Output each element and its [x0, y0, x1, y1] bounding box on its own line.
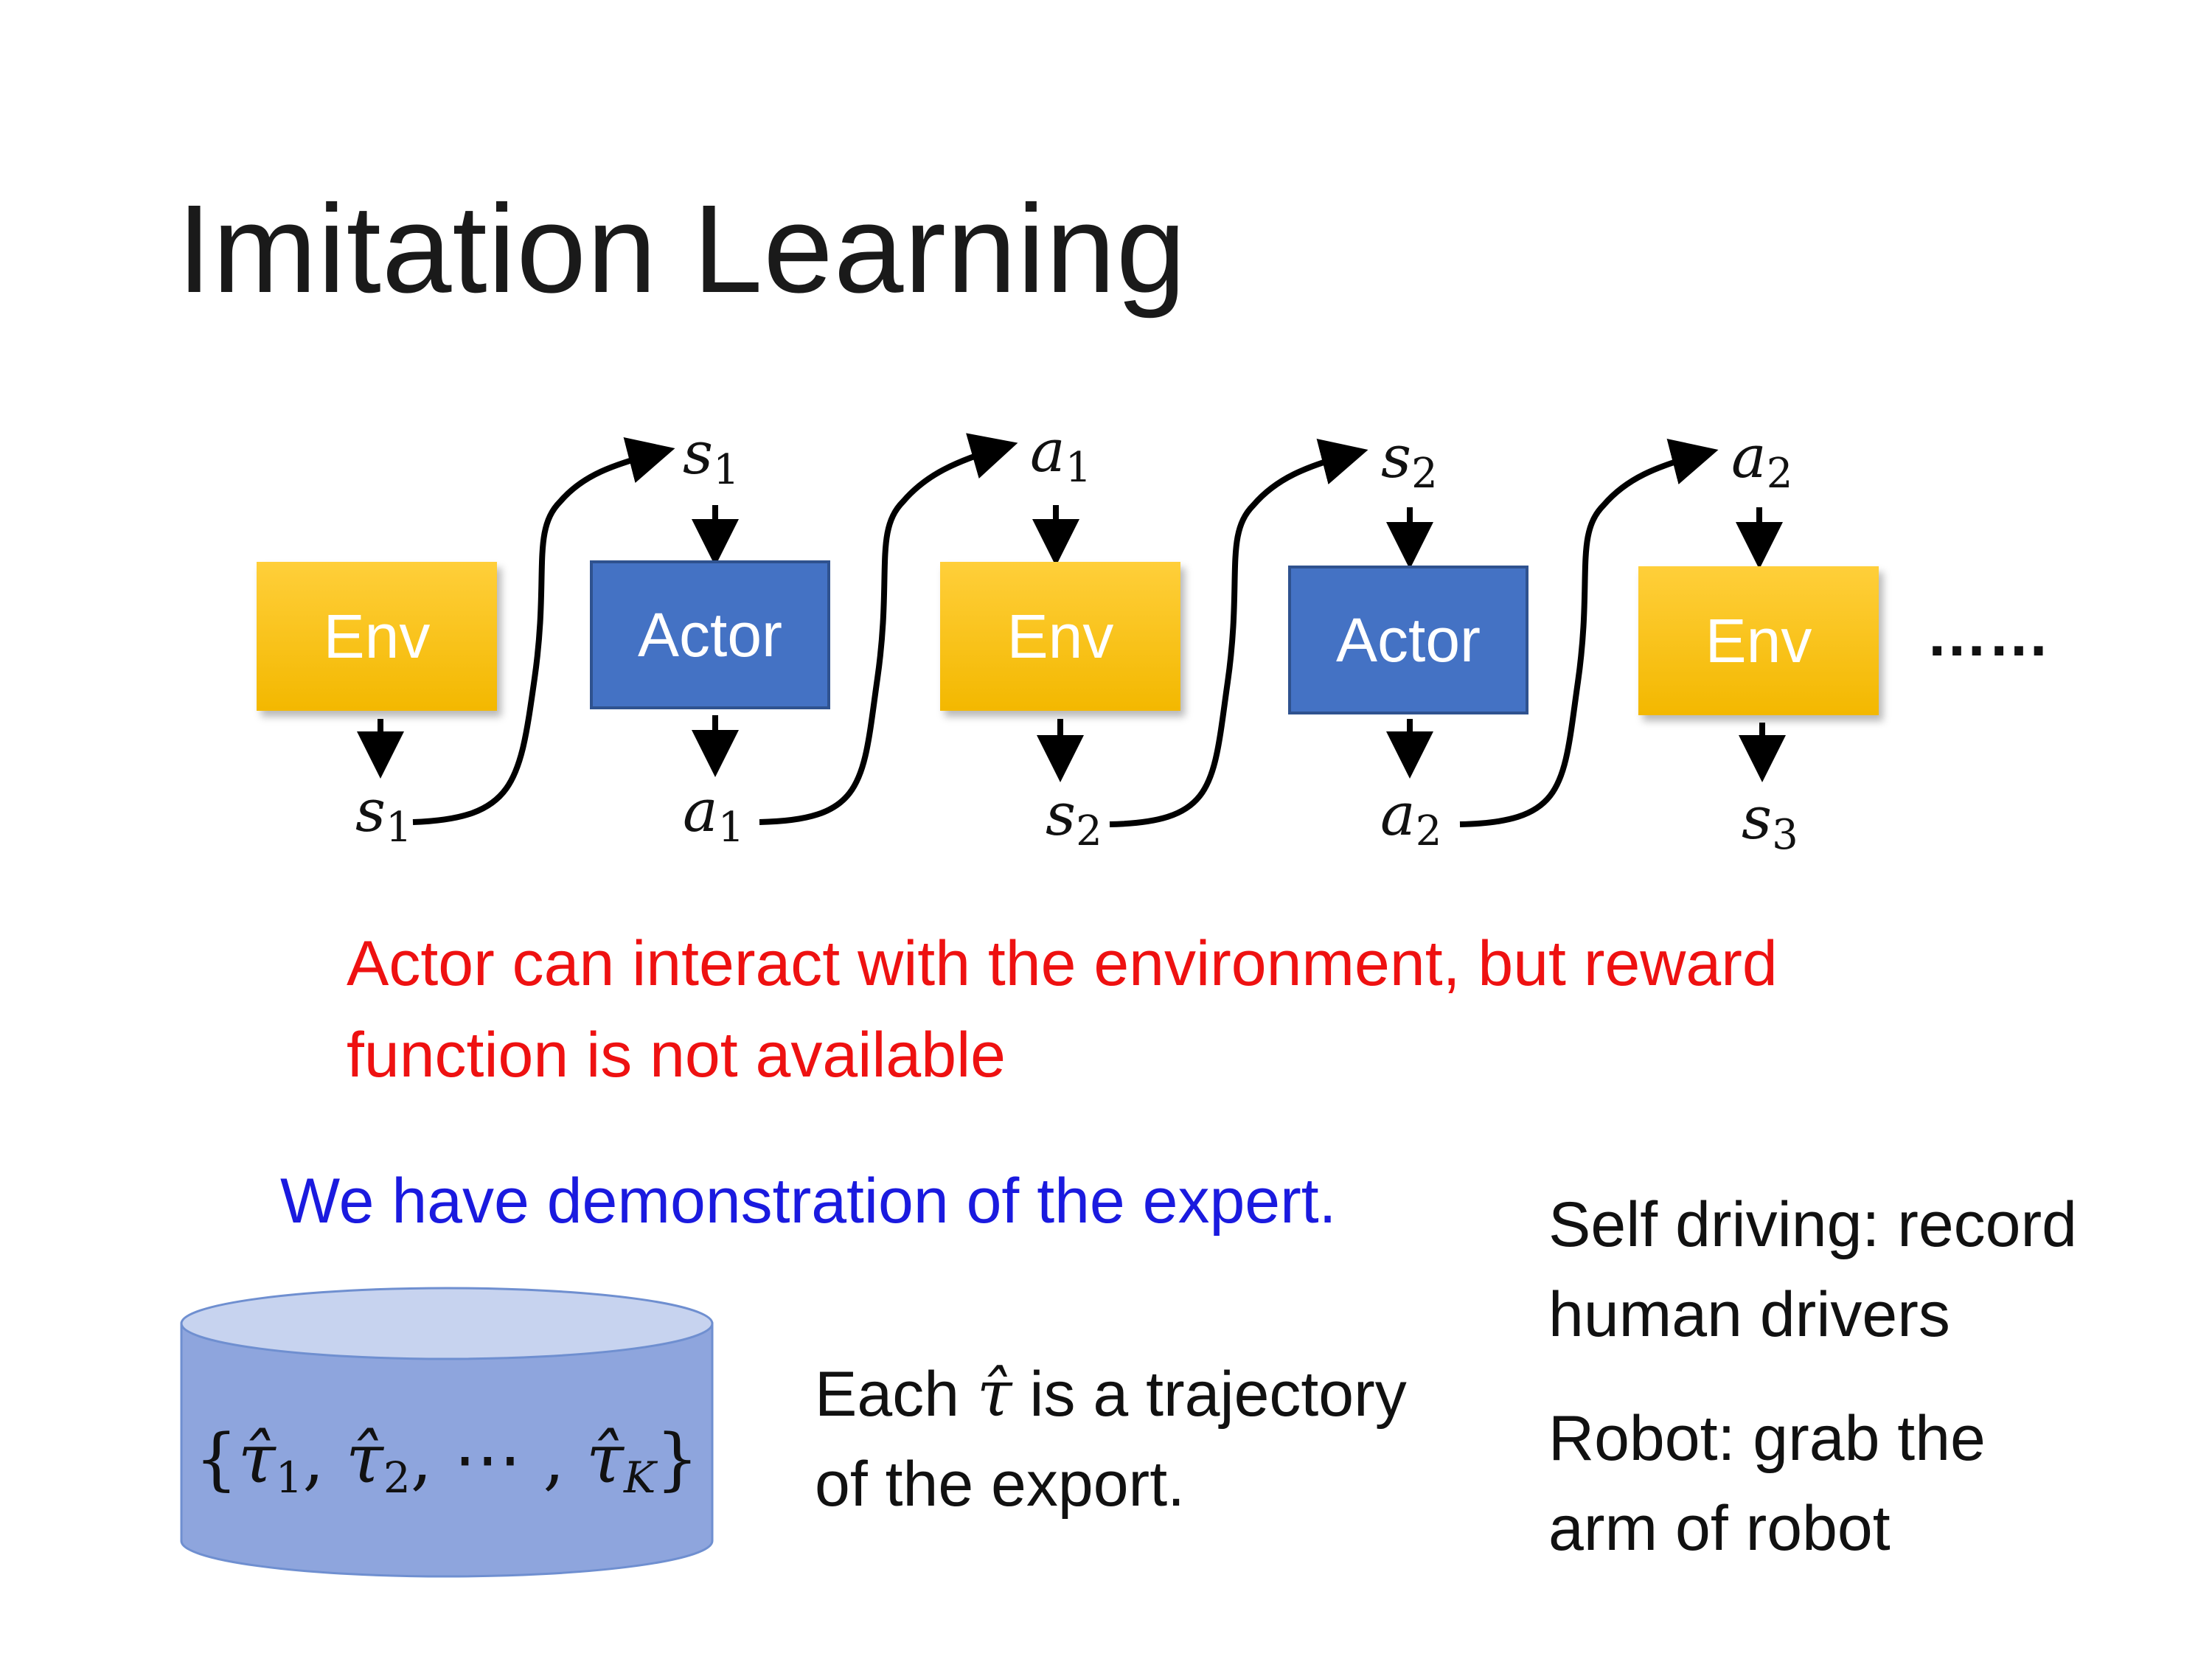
- env-box-1: Env: [257, 562, 497, 711]
- input-s1: s1: [683, 419, 740, 494]
- output-a1: a1: [683, 776, 745, 852]
- output-s3: s3: [1742, 784, 1798, 859]
- input-a2: a2: [1731, 422, 1793, 498]
- actor-box-1: Actor: [590, 560, 830, 709]
- output-a2: a2: [1380, 780, 1442, 855]
- env-box-2: Env: [940, 562, 1180, 711]
- input-s2: s2: [1381, 422, 1438, 498]
- trajectory-set: {τ̂1, τ̂2, ⋯ , τ̂K}: [195, 1419, 699, 1503]
- trajectory-description: Each τ̂ is a trajectory of the export.: [815, 1357, 1407, 1520]
- demonstration-note: We have demonstration of the expert.: [280, 1166, 1337, 1237]
- reward-note: Actor can interact with the environment,…: [347, 928, 1778, 1091]
- input-a1: a1: [1030, 417, 1092, 492]
- output-s1: s1: [355, 776, 412, 852]
- output-s2: s2: [1046, 780, 1102, 855]
- actor-box-2: Actor: [1288, 566, 1528, 714]
- self-driving-example: Self driving: record human drivers: [1548, 1189, 2077, 1350]
- env-box-3: Env: [1638, 566, 1879, 715]
- flow-ellipsis: ……: [1926, 599, 2050, 669]
- robot-example: Robot: grab the arm of robot: [1548, 1403, 1986, 1564]
